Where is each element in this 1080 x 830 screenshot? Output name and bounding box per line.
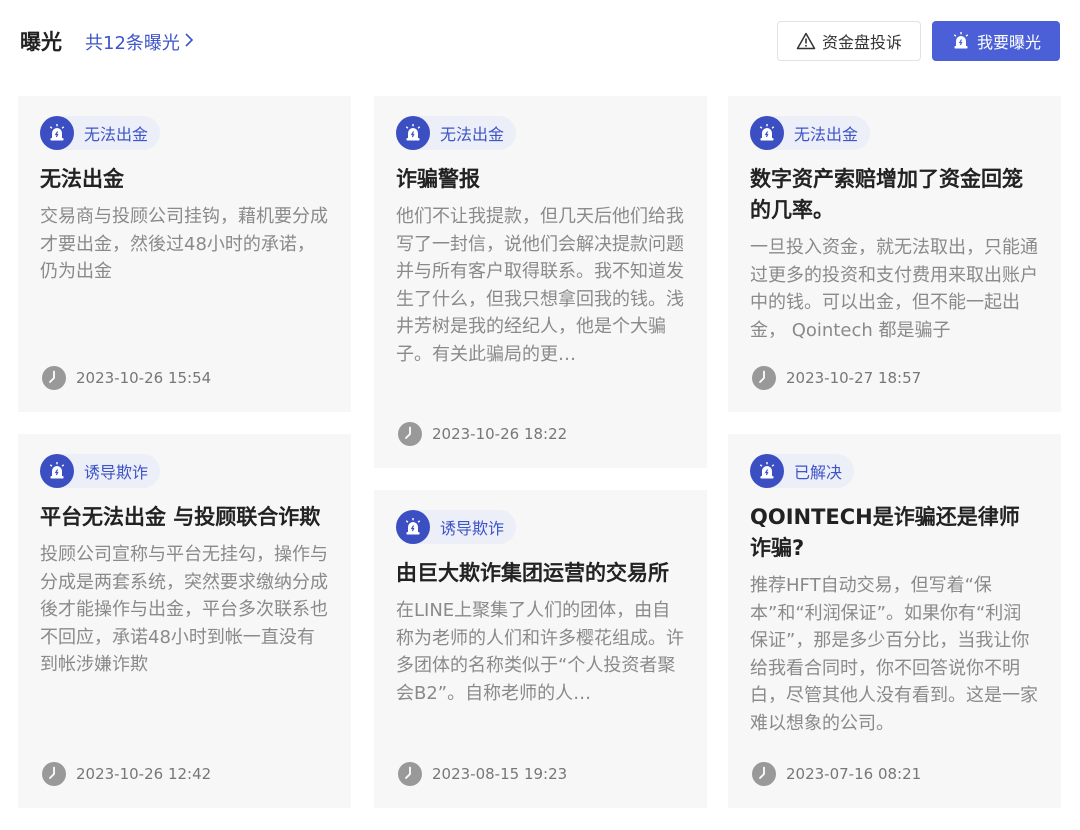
card-timestamp: 2023-10-26 15:54 (42, 366, 211, 390)
card-title: 平台无法出金 与投顾联合诈欺 (40, 505, 321, 529)
category-tag: 诱导欺诈 (40, 454, 161, 488)
card-column-2: 无法出金 诈骗警报 他们不让我提款，但几天后他们给我写了一封信，说他们会解决提款… (374, 96, 707, 830)
card-title: 由巨大欺诈集团运营的交易所 (396, 561, 669, 585)
alarm-light-icon (396, 116, 430, 150)
category-tag: 无法出金 (40, 116, 161, 150)
exposure-card[interactable]: 无法出金 数字资产索赔增加了资金回笼的几率。 一旦投入资金，就无法取出，只能通过… (728, 96, 1061, 412)
exposure-card[interactable]: 诱导欺诈 平台无法出金 与投顾联合诈欺 投顾公司宣称与平台无挂勾，操作与分成是两… (18, 434, 351, 808)
card-column-1: 无法出金 无法出金 交易商与投顾公司挂钩，藉机要分成才要出金，然後过48小时的承… (18, 96, 351, 830)
clock-icon (42, 762, 66, 786)
page-header: 曝光 共12条曝光 资金盘投诉 我要曝光 (0, 0, 1080, 84)
card-title: 诈骗警报 (396, 167, 480, 191)
card-timestamp: 2023-10-26 12:42 (42, 762, 211, 786)
category-tag: 已解决 (750, 454, 855, 488)
card-timestamp: 2023-08-15 19:23 (398, 762, 567, 786)
alarm-light-icon (40, 454, 74, 488)
exposure-card[interactable]: 诱导欺诈 由巨大欺诈集团运营的交易所 在LINE上聚集了人们的团体，由自称为老师… (374, 490, 707, 808)
card-timestamp: 2023-10-26 18:22 (398, 422, 567, 446)
expose-button-label: 我要曝光 (976, 33, 1041, 52)
alarm-light-icon (750, 454, 784, 488)
submit-exposure-button[interactable]: 我要曝光 (932, 21, 1060, 61)
fund-scheme-complaint-button[interactable]: 资金盘投诉 (777, 21, 921, 61)
card-summary: 交易商与投顾公司挂钩，藉机要分成才要出金，然後过48小时的承诺，仍为出金 (40, 206, 328, 282)
clock-icon (398, 422, 422, 446)
chevron-right-icon (184, 32, 194, 53)
card-title: 无法出金 (40, 167, 124, 191)
card-timestamp: 2023-10-27 18:57 (752, 366, 921, 390)
exposure-count-label: 共12条曝光 (85, 33, 180, 54)
card-summary: 在LINE上聚集了人们的团体，由自称为老师的人们和许多樱花组成。许多团体的名称类… (396, 600, 684, 704)
clock-icon (752, 762, 776, 786)
card-summary: 推荐HFT自动交易，但写着“保本”和“利润保证”。如果你有“利润保证”，那是多少… (750, 575, 1038, 734)
alarm-light-icon (750, 116, 784, 150)
category-tag: 无法出金 (750, 116, 871, 150)
category-tag: 诱导欺诈 (396, 510, 517, 544)
card-timestamp: 2023-07-16 08:21 (752, 762, 921, 786)
card-title: QOINTECH是诈骗还是律师诈骗? (750, 505, 1020, 560)
page-title: 曝光 (20, 30, 62, 54)
clock-icon (398, 762, 422, 786)
exposure-card[interactable]: 已解决 QOINTECH是诈骗还是律师诈骗? 推荐HFT自动交易，但写着“保本”… (728, 434, 1061, 808)
card-summary: 他们不让我提款，但几天后他们给我写了一封信，说他们会解决提款问题并与所有客户取得… (396, 206, 684, 365)
card-title: 数字资产索赔增加了资金回笼的几率。 (750, 167, 1023, 222)
alarm-light-icon (396, 510, 430, 544)
category-tag: 无法出金 (396, 116, 517, 150)
card-column-3: 无法出金 数字资产索赔增加了资金回笼的几率。 一旦投入资金，就无法取出，只能通过… (728, 96, 1061, 830)
card-summary: 一旦投入资金，就无法取出，只能通过更多的投资和支付费用来取出账户中的钱。可以出金… (750, 237, 1038, 341)
clock-icon (42, 366, 66, 390)
alarm-light-icon (951, 31, 971, 51)
complaint-button-label: 资金盘投诉 (821, 33, 902, 52)
warning-triangle-icon (796, 32, 816, 50)
exposure-card[interactable]: 无法出金 诈骗警报 他们不让我提款，但几天后他们给我写了一封信，说他们会解决提款… (374, 96, 707, 468)
exposure-card[interactable]: 无法出金 无法出金 交易商与投顾公司挂钩，藉机要分成才要出金，然後过48小时的承… (18, 96, 351, 412)
exposure-count-link[interactable]: 共12条曝光 (85, 29, 194, 55)
clock-icon (752, 366, 776, 390)
card-summary: 投顾公司宣称与平台无挂勾，操作与分成是两套系统，突然要求缴纳分成後才能操作与出金… (40, 544, 328, 675)
alarm-light-icon (40, 116, 74, 150)
